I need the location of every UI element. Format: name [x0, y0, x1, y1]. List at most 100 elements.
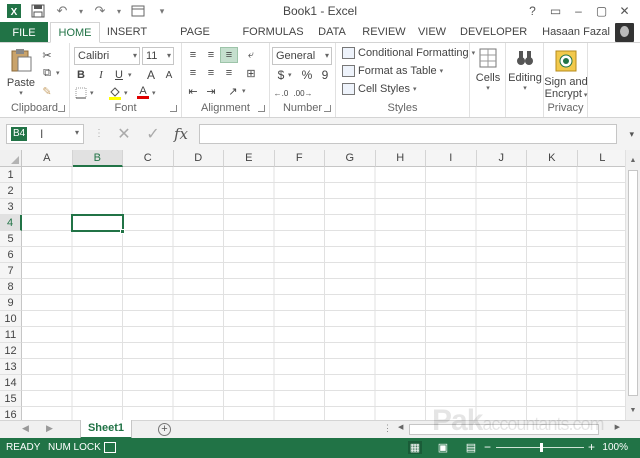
column-header-i[interactable]: I: [426, 150, 477, 167]
row-header-7[interactable]: 7: [0, 263, 22, 279]
merge-center-icon[interactable]: ⊞: [242, 65, 260, 81]
alignment-launcher-icon[interactable]: [258, 105, 265, 112]
column-header-k[interactable]: K: [527, 150, 578, 167]
row-header-3[interactable]: 3: [0, 199, 22, 215]
scroll-right-icon[interactable]: ▶: [615, 423, 620, 431]
row-header-12[interactable]: 12: [0, 343, 22, 359]
zoom-slider-thumb[interactable]: [540, 443, 543, 452]
row-header-11[interactable]: 11: [0, 327, 22, 343]
orientation-dropdown-icon[interactable]: ▾: [242, 87, 246, 95]
add-sheet-button[interactable]: +: [158, 423, 171, 436]
vertical-scrollbar[interactable]: ▲ ▼: [625, 150, 640, 420]
font-family-select[interactable]: Calibri ▾: [74, 47, 140, 65]
column-header-j[interactable]: J: [476, 150, 527, 167]
fill-color-dropdown-icon[interactable]: ▾: [124, 89, 128, 97]
fill-handle[interactable]: [120, 229, 125, 234]
user-name[interactable]: Hasaan Fazal: [542, 26, 610, 38]
italic-button[interactable]: I: [92, 67, 110, 83]
row-header-4[interactable]: 4: [0, 215, 22, 231]
ribbon-display-button[interactable]: ▭: [544, 2, 567, 20]
row-header-15[interactable]: 15: [0, 391, 22, 407]
orientation-icon[interactable]: ↗: [224, 83, 242, 99]
row-header-16[interactable]: 16: [0, 407, 22, 420]
align-right-icon[interactable]: ≡: [220, 65, 238, 81]
align-center-icon[interactable]: ≡: [202, 65, 220, 81]
number-launcher-icon[interactable]: [324, 105, 331, 112]
sheet-tab-sheet1[interactable]: Sheet1: [80, 420, 132, 439]
increase-font-button[interactable]: A: [142, 67, 160, 83]
row-header-6[interactable]: 6: [0, 247, 22, 263]
tab-review[interactable]: REVIEW: [362, 22, 406, 43]
align-middle-icon[interactable]: ≡: [202, 47, 220, 63]
tab-developer[interactable]: DEVELOPER: [460, 22, 527, 43]
font-color-dropdown-icon[interactable]: ▾: [152, 89, 156, 97]
column-header-d[interactable]: D: [173, 150, 224, 167]
column-header-h[interactable]: H: [375, 150, 426, 167]
column-header-l[interactable]: L: [577, 150, 628, 167]
tab-view[interactable]: VIEW: [416, 22, 448, 43]
cancel-entry-icon[interactable]: ✕: [114, 124, 134, 144]
borders-icon[interactable]: [72, 85, 90, 101]
font-color-icon[interactable]: A: [134, 85, 152, 101]
tab-formulas[interactable]: FORMULAS: [242, 22, 304, 43]
comma-button[interactable]: 9: [316, 67, 334, 83]
percent-button[interactable]: %: [298, 67, 316, 83]
confirm-entry-icon[interactable]: ✓: [143, 124, 163, 144]
row-header-14[interactable]: 14: [0, 375, 22, 391]
select-all-button[interactable]: [0, 150, 22, 167]
formula-input[interactable]: [199, 124, 617, 144]
increase-indent-icon[interactable]: ⇥: [202, 83, 220, 99]
align-left-icon[interactable]: ≡: [184, 65, 202, 81]
align-top-icon[interactable]: ≡: [184, 47, 202, 63]
minimize-button[interactable]: –: [567, 2, 590, 20]
tab-splitter-icon[interactable]: ⋮: [383, 423, 392, 434]
font-launcher-icon[interactable]: [170, 105, 177, 112]
expand-formula-bar-icon[interactable]: ▾: [629, 129, 634, 140]
align-bottom-icon[interactable]: ≡: [220, 47, 238, 63]
underline-dropdown-icon[interactable]: ▾: [128, 71, 132, 79]
zoom-in-button[interactable]: +: [588, 440, 595, 454]
borders-dropdown-icon[interactable]: ▾: [90, 89, 94, 97]
wrap-text-icon[interactable]: ⤶: [242, 47, 260, 63]
zoom-level[interactable]: 100%: [602, 442, 628, 453]
row-header-8[interactable]: 8: [0, 279, 22, 295]
column-header-g[interactable]: G: [325, 150, 376, 167]
bold-button[interactable]: B: [72, 67, 90, 83]
decrease-decimal-icon[interactable]: .00→: [293, 85, 312, 101]
row-header-5[interactable]: 5: [0, 231, 22, 247]
column-header-e[interactable]: E: [224, 150, 275, 167]
font-size-select[interactable]: 11 ▾: [142, 47, 174, 65]
decrease-indent-icon[interactable]: ⇤: [184, 83, 202, 99]
cells-button[interactable]: Cells ▾: [474, 47, 502, 92]
editing-button[interactable]: Editing ▾: [508, 47, 542, 92]
scroll-down-icon[interactable]: ▼: [626, 404, 640, 418]
clipboard-launcher-icon[interactable]: [58, 105, 65, 112]
decrease-font-button[interactable]: A: [160, 67, 178, 83]
name-box[interactable]: B4 I ▾: [6, 124, 84, 144]
normal-view-icon[interactable]: ▦: [408, 441, 422, 454]
column-header-b[interactable]: B: [72, 150, 123, 167]
page-break-view-icon[interactable]: ▤: [464, 441, 478, 454]
format-painter-icon[interactable]: ✎: [38, 83, 56, 99]
vertical-scroll-thumb[interactable]: [628, 170, 638, 396]
tab-data[interactable]: DATA: [314, 22, 350, 43]
tab-file[interactable]: FILE: [0, 22, 48, 43]
row-header-2[interactable]: 2: [0, 183, 22, 199]
row-header-1[interactable]: 1: [0, 167, 22, 183]
macro-recording-icon[interactable]: [104, 442, 116, 453]
fill-color-icon[interactable]: [106, 85, 124, 101]
tab-home[interactable]: HOME: [50, 22, 100, 43]
prev-sheet-icon[interactable]: ◀: [22, 423, 29, 434]
tab-page-layout[interactable]: PAGE LAYOUT: [158, 22, 232, 58]
conditional-formatting-button[interactable]: Conditional Formatting ▾: [342, 47, 475, 59]
currency-dropdown-icon[interactable]: ▾: [288, 71, 292, 79]
row-header-9[interactable]: 9: [0, 295, 22, 311]
scroll-up-icon[interactable]: ▲: [626, 154, 640, 168]
cut-icon[interactable]: ✂: [38, 47, 56, 63]
column-header-f[interactable]: F: [274, 150, 325, 167]
sign-and-encrypt-button[interactable]: Sign and Encrypt ▾: [544, 47, 588, 102]
increase-decimal-icon[interactable]: ←.0: [272, 85, 290, 101]
zoom-out-button[interactable]: −: [484, 440, 491, 454]
copy-dropdown-icon[interactable]: ▾: [56, 69, 60, 77]
tab-insert[interactable]: INSERT: [104, 22, 150, 43]
